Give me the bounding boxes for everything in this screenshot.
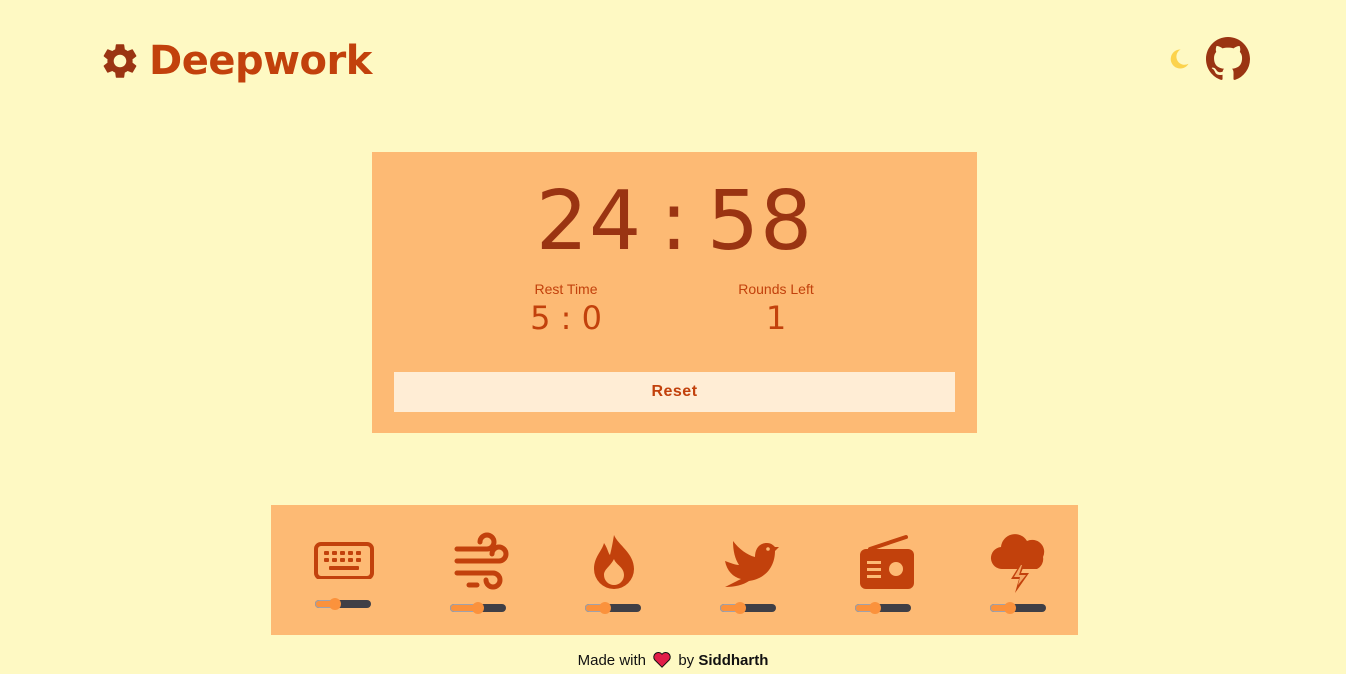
sound-radio	[842, 527, 922, 617]
footer-author[interactable]: Siddharth	[698, 652, 768, 669]
rounds-left-label: Rounds Left	[738, 281, 814, 297]
github-icon[interactable]	[1206, 37, 1250, 81]
radio-icon[interactable]	[852, 531, 916, 595]
brand: Deepwork	[99, 37, 372, 85]
thunderstorm-icon[interactable]	[987, 531, 1051, 595]
sound-wind	[437, 527, 517, 617]
sound-panel	[271, 505, 1078, 635]
timer-separator: :	[660, 174, 689, 269]
moon-icon[interactable]	[1166, 46, 1192, 72]
rest-time-label: Rest Time	[534, 281, 598, 297]
reset-button[interactable]: Reset	[394, 372, 955, 412]
rest-time: Rest Time 5 : 0	[512, 280, 620, 338]
sound-keyboard	[302, 527, 382, 617]
wind-icon[interactable]	[447, 531, 511, 595]
volume-slider[interactable]	[990, 602, 1046, 614]
app-title: Deepwork	[149, 38, 372, 84]
rounds-left: Rounds Left 1	[716, 280, 836, 338]
timer-display: 24:58	[372, 172, 977, 272]
volume-slider[interactable]	[720, 602, 776, 614]
sound-thunderstorm	[977, 527, 1057, 617]
volume-slider[interactable]	[450, 602, 506, 614]
volume-slider[interactable]	[855, 602, 911, 614]
footer-by: by	[678, 652, 695, 669]
fire-icon[interactable]	[582, 531, 646, 595]
timer-minutes: 24	[535, 174, 643, 269]
volume-slider[interactable]	[585, 602, 641, 614]
footer-made-with: Made with	[577, 652, 646, 669]
rounds-left-value: 1	[765, 299, 787, 337]
top-actions	[1166, 36, 1250, 82]
sound-fire	[572, 527, 652, 617]
heart-icon	[652, 651, 672, 674]
bird-icon[interactable]	[717, 531, 781, 595]
volume-slider[interactable]	[315, 598, 371, 610]
gear-icon	[99, 40, 141, 82]
footer: Made with by Siddharth	[0, 651, 1346, 674]
rest-time-value: 5 : 0	[530, 299, 602, 337]
sound-bird	[707, 527, 787, 617]
timer-card: 24:58 Rest Time 5 : 0 Rounds Left 1 Rese…	[372, 152, 977, 433]
timer-seconds: 58	[706, 174, 814, 269]
keyboard-icon[interactable]	[312, 531, 376, 579]
